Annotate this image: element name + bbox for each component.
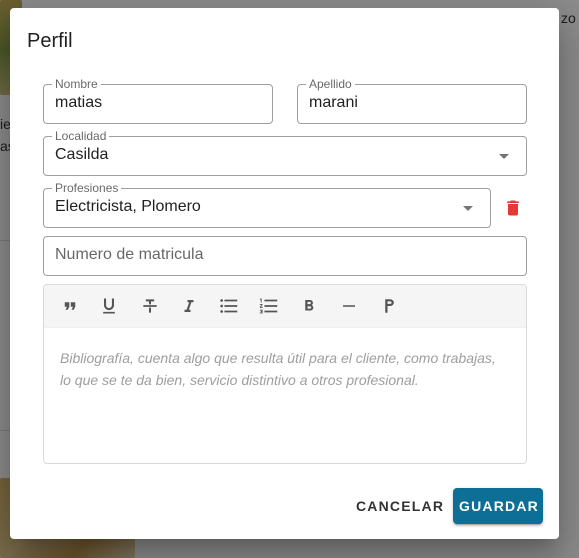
nombre-field[interactable]: Nombre matias	[43, 77, 273, 124]
nombre-label: Nombre	[52, 77, 101, 91]
localidad-label: Localidad	[52, 129, 110, 143]
nombre-value[interactable]: matias	[55, 94, 237, 112]
numbered-list-icon[interactable]	[257, 294, 281, 318]
profesiones-select[interactable]: Profesiones Electricista, Plomero	[43, 181, 491, 228]
chevron-down-icon[interactable]	[499, 154, 509, 159]
profile-dialog: Perfil Nombre matias Apellido marani Loc…	[10, 8, 559, 539]
bold-icon[interactable]	[297, 294, 321, 318]
horizontal-rule-icon[interactable]	[337, 294, 361, 318]
bio-editor[interactable]: Bibliografía, cuenta algo que resulta út…	[43, 284, 527, 464]
profesiones-label: Profesiones	[52, 181, 122, 195]
chevron-down-icon[interactable]	[463, 206, 473, 211]
save-button[interactable]: GUARDAR	[453, 488, 543, 524]
localidad-select[interactable]: Localidad Casilda	[43, 129, 527, 176]
matricula-input[interactable]	[55, 246, 441, 264]
strikethrough-icon[interactable]	[138, 294, 162, 318]
quote-icon[interactable]	[58, 294, 82, 318]
apellido-value[interactable]: marani	[309, 94, 491, 112]
editor-toolbar	[44, 285, 526, 328]
profesiones-value: Electricista, Plomero	[55, 198, 201, 215]
editor-placeholder[interactable]: Bibliografía, cuenta algo que resulta út…	[60, 347, 510, 391]
apellido-label: Apellido	[306, 77, 355, 91]
bulleted-list-icon[interactable]	[217, 294, 241, 318]
dialog-title: Perfil	[27, 30, 73, 52]
apellido-field[interactable]: Apellido marani	[297, 77, 527, 124]
delete-icon[interactable]	[503, 197, 523, 219]
cancel-button[interactable]: CANCELAR	[350, 488, 444, 524]
paragraph-icon[interactable]	[377, 294, 401, 318]
localidad-value: Casilda	[55, 146, 109, 163]
underline-icon[interactable]	[97, 294, 121, 318]
matricula-field[interactable]	[43, 236, 527, 276]
italic-icon[interactable]	[177, 294, 201, 318]
